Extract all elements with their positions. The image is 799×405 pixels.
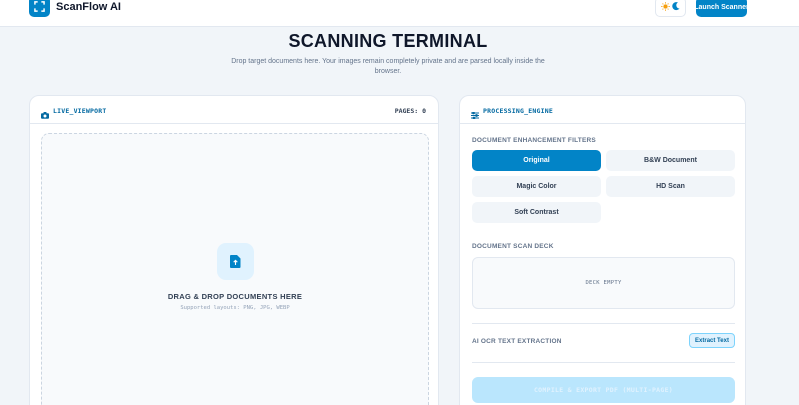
theme-toggle[interactable]	[655, 0, 686, 17]
page-subtitle: Drop target documents here. Your images …	[231, 58, 545, 75]
sliders-icon	[471, 106, 479, 124]
deck-empty-text: DECK EMPTY	[585, 280, 622, 286]
viewport-label: LIVE_VIEWPORT	[53, 107, 107, 115]
drop-title: DRAG & DROP DOCUMENTS HERE	[167, 292, 303, 301]
engine-card: PROCESSING_ENGINE DOCUMENT ENHANCEMENT F…	[459, 95, 746, 405]
deck-label: DOCUMENT SCAN DECK	[472, 243, 554, 250]
camera-icon	[41, 106, 49, 124]
launch-scanner-button[interactable]: Launch Scanner	[696, 0, 747, 17]
divider	[472, 323, 735, 324]
scan-frame-icon[interactable]	[29, 0, 50, 17]
app-header: ScanFlow AI Launch Scanner	[0, 0, 799, 27]
filter-hd-scan-button[interactable]: HD Scan	[606, 176, 735, 197]
page-title: SCANNING TERMINAL	[288, 31, 488, 51]
viewport-header: LIVE_VIEWPORT PAGES: 0	[30, 96, 438, 124]
pages-count: PAGES: 0	[394, 107, 426, 115]
brand-name: ScanFlow AI	[56, 1, 121, 13]
sun-icon	[661, 0, 670, 16]
scan-deck: DECK EMPTY	[472, 257, 735, 309]
viewport-card: LIVE_VIEWPORT PAGES: 0 DRAG & DROP DOCUM…	[29, 95, 439, 405]
ocr-label: AI OCR TEXT EXTRACTION	[472, 338, 562, 345]
file-upload-icon	[217, 243, 254, 280]
filters-label: DOCUMENT ENHANCEMENT FILTERS	[472, 137, 596, 144]
divider	[472, 362, 735, 363]
dropzone[interactable]: DRAG & DROP DOCUMENTS HERE Supported lay…	[41, 133, 429, 405]
compile-export-button[interactable]: COMPILE & EXPORT PDF (MULTI-PAGE)	[472, 377, 735, 403]
filter-magic-color-button[interactable]: Magic Color	[472, 176, 601, 197]
engine-label: PROCESSING_ENGINE	[483, 107, 553, 115]
filter-bw-button[interactable]: B&W Document	[606, 150, 735, 171]
engine-header: PROCESSING_ENGINE	[460, 96, 745, 124]
filter-original-button[interactable]: Original	[472, 150, 601, 171]
filter-soft-contrast-button[interactable]: Soft Contrast	[472, 202, 601, 223]
extract-text-button[interactable]: Extract Text	[689, 333, 735, 348]
drop-subtitle: Supported layouts: PNG, JPG, WEBP	[180, 305, 290, 311]
moon-icon	[672, 0, 680, 16]
